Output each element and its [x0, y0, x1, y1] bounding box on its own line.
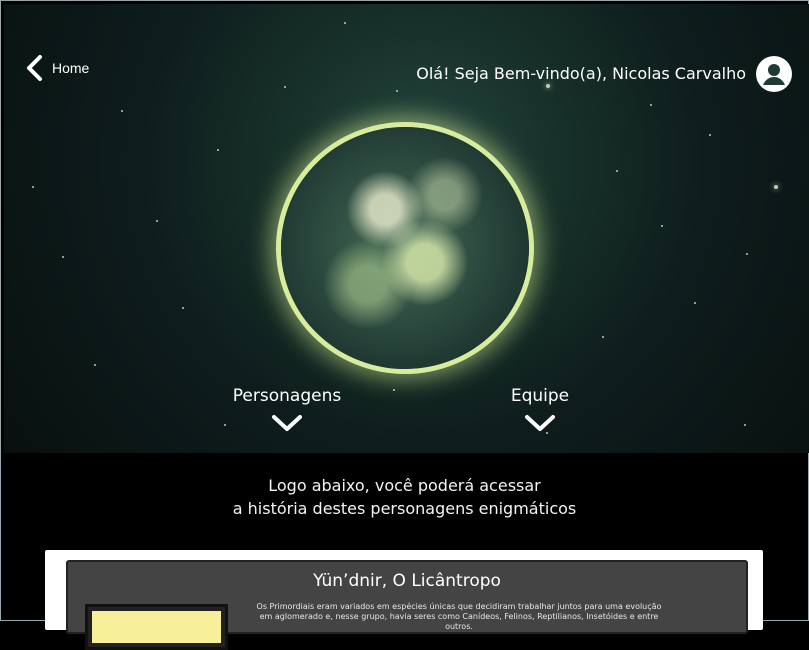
star: [774, 185, 778, 189]
intro-text: Logo abaixo, você poderá acessar a histó…: [0, 474, 809, 520]
character-card-title: Yün’dnir, O Licântropo: [313, 571, 501, 591]
star: [694, 302, 696, 304]
back-home-link[interactable]: Home: [24, 54, 89, 82]
star: [156, 220, 158, 222]
character-card-body: Yün’dnir, O Licântropo Os Primordiais er…: [66, 560, 748, 650]
nav-personagens-label: Personagens: [232, 386, 342, 406]
user-circle-icon[interactable]: [756, 56, 792, 92]
chevron-down-icon: [272, 415, 302, 431]
chevron-left-icon: [27, 55, 42, 81]
intro-line-1: Logo abaixo, você poderá acessar: [268, 476, 541, 495]
star: [182, 307, 184, 309]
nav-personagens-link[interactable]: Personagens: [227, 385, 347, 433]
star: [284, 86, 286, 88]
star: [396, 90, 398, 92]
star: [344, 22, 346, 24]
star: [616, 170, 618, 172]
star: [650, 104, 652, 106]
star: [744, 424, 746, 426]
earth-image: [281, 127, 529, 369]
back-home-label: Home: [52, 60, 90, 76]
character-card: Yün’dnir, O Licântropo Os Primordiais er…: [45, 550, 763, 650]
chevron-down-icon: [525, 415, 555, 431]
character-description: Os Primordiais eram variados em espécies…: [256, 602, 662, 631]
star: [393, 389, 395, 391]
character-image: [85, 604, 228, 650]
star: [709, 134, 711, 136]
star: [602, 336, 604, 338]
nav-equipe-link[interactable]: Equipe: [480, 385, 600, 433]
star: [746, 253, 748, 255]
star: [224, 424, 226, 426]
star: [217, 149, 219, 151]
intro-line-2: a história destes personagens enigmático…: [232, 499, 577, 518]
star: [121, 110, 123, 112]
star: [32, 186, 34, 188]
star: [94, 364, 96, 366]
user-greeting: Olá! Seja Bem-vindo(a), Nicolas Carvalho: [416, 64, 746, 83]
star: [62, 256, 64, 258]
star: [546, 84, 550, 88]
hero-banner: Home Olá! Seja Bem-vindo(a), Nicolas Car…: [4, 4, 809, 453]
star: [661, 225, 663, 227]
nav-equipe-label: Equipe: [510, 386, 570, 406]
